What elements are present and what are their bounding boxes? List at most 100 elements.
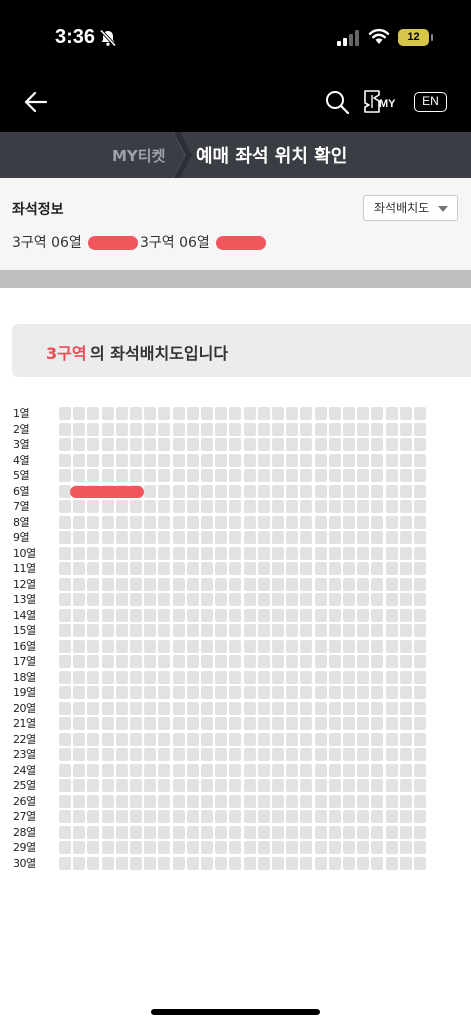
seat — [87, 500, 100, 513]
seat — [101, 438, 114, 451]
back-arrow-icon[interactable] — [22, 88, 50, 116]
seat — [243, 763, 256, 777]
seat — [300, 484, 313, 498]
seat — [101, 531, 114, 544]
seat — [300, 438, 313, 451]
seat — [385, 639, 398, 653]
seat — [414, 593, 426, 606]
seat — [385, 670, 398, 684]
seat — [328, 825, 341, 839]
seat — [73, 608, 86, 622]
signal-icon — [337, 30, 359, 46]
seat — [201, 810, 213, 823]
seat — [343, 438, 355, 451]
seat — [272, 577, 284, 591]
seat — [257, 608, 270, 622]
seat — [158, 794, 171, 808]
seat — [243, 422, 256, 436]
seat — [399, 810, 412, 823]
seat — [371, 825, 384, 839]
seat — [115, 624, 128, 637]
row-label: 13열 — [13, 593, 36, 606]
seat — [314, 763, 327, 777]
seat — [144, 500, 157, 513]
seat — [115, 825, 128, 839]
seat — [385, 546, 398, 560]
seat — [101, 794, 114, 808]
seat — [101, 717, 114, 730]
seat — [286, 624, 299, 637]
seat — [87, 717, 100, 730]
seat — [414, 794, 426, 808]
search-icon[interactable] — [324, 89, 350, 115]
seat — [286, 841, 299, 854]
seat — [59, 670, 71, 684]
seat — [343, 841, 355, 854]
seat — [215, 748, 228, 761]
section-divider — [0, 270, 471, 288]
seat — [101, 810, 114, 823]
seat — [130, 608, 142, 622]
seat — [357, 639, 370, 653]
seat — [101, 856, 114, 870]
seat — [101, 825, 114, 839]
seat — [399, 825, 412, 839]
seat — [385, 500, 398, 513]
seat — [144, 593, 157, 606]
seat — [130, 686, 142, 699]
seat — [328, 717, 341, 730]
seat — [59, 655, 71, 668]
seat — [130, 655, 142, 668]
seat — [414, 825, 426, 839]
seat — [101, 453, 114, 467]
my-ticket-button[interactable]: MY — [363, 88, 403, 116]
seat — [243, 438, 256, 451]
seat — [272, 624, 284, 637]
seat — [73, 841, 86, 854]
seat — [87, 531, 100, 544]
seat — [300, 794, 313, 808]
seat — [158, 422, 171, 436]
seat — [73, 763, 86, 777]
seat — [144, 748, 157, 761]
bell-muted-icon — [99, 29, 117, 47]
seat — [215, 686, 228, 699]
seat — [272, 825, 284, 839]
seat — [101, 732, 114, 746]
seat — [286, 608, 299, 622]
seat — [215, 732, 228, 746]
seat — [229, 562, 242, 575]
seat — [115, 407, 128, 420]
seat — [385, 469, 398, 482]
language-en-button[interactable]: EN — [414, 92, 447, 112]
seat — [87, 810, 100, 823]
seat — [343, 484, 355, 498]
seat-map-dropdown[interactable]: 좌석배치도 — [363, 195, 458, 221]
seat — [257, 469, 270, 482]
seat — [101, 422, 114, 436]
seat — [172, 577, 185, 591]
seat — [229, 577, 242, 591]
seat — [87, 624, 100, 637]
seat — [371, 469, 384, 482]
seat — [144, 717, 157, 730]
seat — [186, 841, 199, 854]
seat — [201, 562, 213, 575]
seat — [115, 732, 128, 746]
seat — [243, 732, 256, 746]
seat — [243, 856, 256, 870]
seat — [172, 608, 185, 622]
row-label: 20열 — [13, 701, 36, 715]
caret-down-icon — [438, 206, 448, 212]
seat — [59, 763, 71, 777]
seat — [186, 856, 199, 870]
my-label: MY — [379, 98, 396, 110]
seat — [59, 794, 71, 808]
seat — [186, 670, 199, 684]
seat — [215, 825, 228, 839]
seat — [257, 732, 270, 746]
seat — [414, 608, 426, 622]
seat — [328, 810, 341, 823]
breadcrumb-my-ticket[interactable]: MY티켓 — [112, 145, 165, 166]
row-label: 24열 — [13, 763, 36, 777]
